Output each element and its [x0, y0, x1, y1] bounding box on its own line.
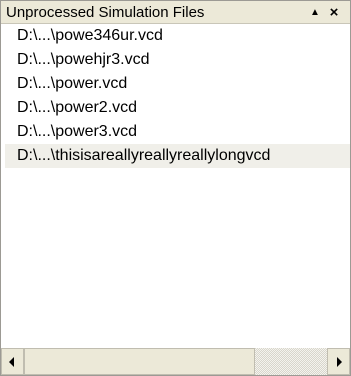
list-item-file[interactable]: D:\...\powe346ur.vcd	[5, 24, 350, 48]
list-item-label: D:\...\thisisareallyreallyreallylongvcd	[17, 147, 271, 164]
list-item-label: D:\...\powe346ur.vcd	[17, 27, 163, 44]
panel-titlebar: Unprocessed Simulation Files ▲ ×	[1, 1, 350, 24]
list-item-label: D:\...\powehjr3.vcd	[17, 51, 150, 68]
list-item-label: D:\...\power3.vcd	[17, 123, 138, 140]
arrow-left-icon	[9, 357, 14, 367]
horizontal-scrollbar[interactable]	[1, 348, 350, 375]
scrollbar-thumb[interactable]	[24, 348, 255, 375]
list-item-file[interactable]: D:\...\powehjr3.vcd	[5, 48, 350, 72]
list-item-file-selected[interactable]: D:\...\thisisareallyreallyreallylongvcd	[5, 144, 350, 168]
unprocessed-files-panel: Unprocessed Simulation Files ▲ × D:\...\…	[0, 0, 351, 376]
pin-icon[interactable]: ▲	[307, 4, 323, 20]
arrow-right-icon	[337, 357, 342, 367]
list-item-file[interactable]: D:\...\power3.vcd	[5, 120, 350, 144]
panel-title: Unprocessed Simulation Files	[6, 4, 205, 21]
list-item-file[interactable]: D:\...\power2.vcd	[5, 96, 350, 120]
close-icon[interactable]: ×	[326, 4, 342, 21]
list-item-label: D:\...\power.vcd	[17, 75, 128, 92]
list-item-label: D:\...\power2.vcd	[17, 99, 138, 116]
scroll-left-button[interactable]	[1, 348, 24, 375]
scroll-right-button[interactable]	[327, 348, 350, 375]
file-list[interactable]: D:\...\powe346ur.vcd D:\...\powehjr3.vcd…	[1, 24, 350, 343]
list-item-file[interactable]: D:\...\power.vcd	[5, 72, 350, 96]
